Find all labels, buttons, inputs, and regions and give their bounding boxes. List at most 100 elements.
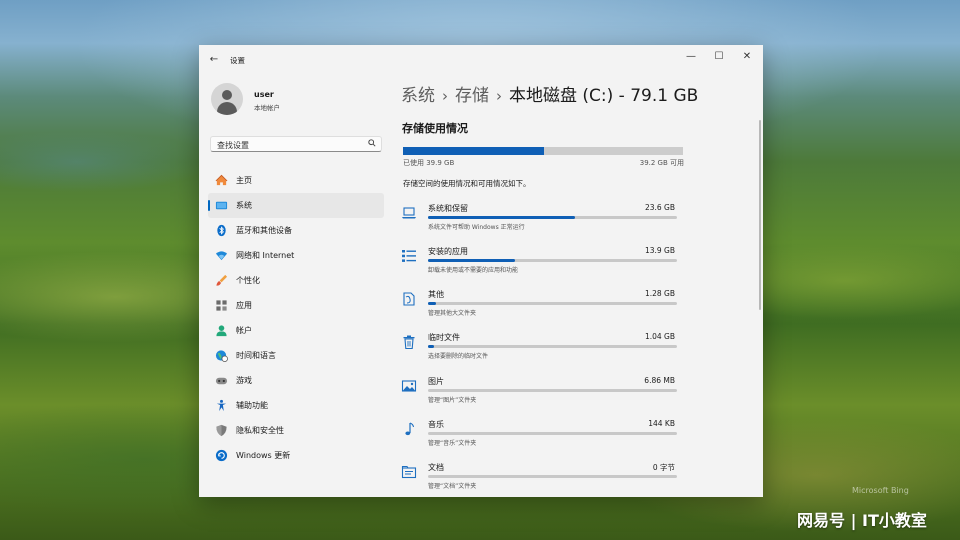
sidebar-item-accessibility[interactable]: 辅助功能 <box>208 393 384 418</box>
storage-usage-fill <box>403 147 545 155</box>
sidebar-item-personalization[interactable]: 个性化 <box>208 268 384 293</box>
accessibility-icon <box>216 399 227 412</box>
category-size: 6.86 MB <box>644 376 675 385</box>
profile-name: user <box>254 90 274 99</box>
category-name: 安装的应用 <box>428 247 468 256</box>
sidebar-item-accounts[interactable]: 帐户 <box>208 318 384 343</box>
profile-account-type: 本地帐户 <box>254 104 280 112</box>
gamepad-icon <box>215 377 228 385</box>
minimize-button[interactable]: — <box>677 49 705 65</box>
sidebar-item-gaming[interactable]: 游戏 <box>208 368 384 393</box>
breadcrumb: 系统 › 存储 › 本地磁盘 (C:) - 79.1 GB <box>401 81 698 106</box>
category-description: 管理“音乐”文件夹 <box>428 440 477 447</box>
document-icon <box>401 465 417 479</box>
sidebar-item-label: 帐户 <box>236 326 252 335</box>
sidebar-item-bluetooth[interactable]: 蓝牙和其他设备 <box>208 218 384 243</box>
free-space-text: 39.2 GB 可用 <box>639 159 684 167</box>
category-bar-fill <box>428 345 435 348</box>
close-button[interactable]: ✕ <box>733 49 761 65</box>
sidebar-item-privacy[interactable]: 隐私和安全性 <box>208 418 384 443</box>
category-description: 选择要删除的临时文件 <box>428 353 489 360</box>
category-name: 其他 <box>428 290 444 299</box>
category-music[interactable]: 音乐 144 KB 管理“音乐”文件夹 <box>401 418 681 458</box>
breadcrumb-storage[interactable]: 存储 <box>455 86 489 106</box>
account-icon <box>216 325 227 337</box>
category-bar <box>428 345 677 348</box>
category-other[interactable]: 其他 1.28 GB 管理其他大文件夹 <box>401 288 681 328</box>
system-icon <box>215 201 228 210</box>
laptop-icon <box>402 207 416 219</box>
search-placeholder: 查找设置 <box>217 141 249 150</box>
globe-clock-icon <box>215 350 228 362</box>
sidebar-item-time-language[interactable]: 时间和语言 <box>208 343 384 368</box>
category-size: 13.9 GB <box>644 246 675 255</box>
category-system-reserved[interactable]: 系统和保留 23.6 GB 系统文件可帮助 Windows 正常运行 <box>401 202 681 242</box>
apps-icon <box>216 300 227 311</box>
category-size: 0 字节 <box>652 463 675 472</box>
sidebar-item-label: 系统 <box>236 201 252 210</box>
category-bar-fill <box>428 302 436 305</box>
category-bar <box>428 389 677 392</box>
category-installed-apps[interactable]: 安装的应用 13.9 GB 卸载未使用或不需要的应用和功能 <box>401 245 681 285</box>
sidebar-item-home[interactable]: 主页 <box>208 168 384 193</box>
used-space-text: 已使用 39.9 GB <box>403 159 455 167</box>
home-icon <box>215 174 228 186</box>
category-name: 文档 <box>428 463 444 472</box>
sidebar-item-label: Windows 更新 <box>236 451 291 460</box>
sidebar-item-windows-update[interactable]: Windows 更新 <box>208 443 384 468</box>
other-file-icon <box>403 292 415 306</box>
category-description: 管理“文档”文件夹 <box>428 483 477 490</box>
category-size: 144 KB <box>648 419 675 428</box>
source-watermark: 网易号 | IT小教室 <box>797 511 927 530</box>
sidebar-item-network[interactable]: 网络和 Internet <box>208 243 384 268</box>
brush-icon <box>216 274 228 286</box>
trash-icon <box>403 335 415 350</box>
title-bar: ← 设置 — ☐ ✕ <box>199 45 763 75</box>
category-description: 管理“图片”文件夹 <box>428 397 477 404</box>
breadcrumb-system[interactable]: 系统 <box>401 86 435 106</box>
bluetooth-icon <box>217 224 226 237</box>
sidebar-item-label: 个性化 <box>236 276 260 285</box>
category-name: 临时文件 <box>428 333 460 342</box>
wifi-icon <box>215 251 228 261</box>
sidebar-item-system[interactable]: 系统 <box>208 193 384 218</box>
category-temp-files[interactable]: 临时文件 1.04 GB 选择要删除的临时文件 <box>401 331 681 371</box>
sidebar-nav: 主页 系统 蓝牙和其他设备 网络和 Internet 个性化 应用 帐户 时间和… <box>208 168 384 468</box>
category-name: 系统和保留 <box>428 204 468 213</box>
sidebar-item-apps[interactable]: 应用 <box>208 293 384 318</box>
category-name: 音乐 <box>428 420 444 429</box>
scrollbar[interactable] <box>759 120 761 310</box>
window-title: 设置 <box>230 56 245 65</box>
sidebar-item-label: 网络和 Internet <box>236 251 295 260</box>
sidebar-item-label: 时间和语言 <box>236 351 276 360</box>
category-description: 卸载未使用或不需要的应用和功能 <box>428 267 519 274</box>
sidebar-item-label: 游戏 <box>236 376 252 385</box>
page-title: 本地磁盘 (C:) - 79.1 GB <box>509 86 699 106</box>
storage-description: 存储空间的使用情况和可用情况如下。 <box>403 179 531 188</box>
search-input[interactable]: 查找设置 <box>210 136 382 152</box>
search-icon <box>368 139 376 147</box>
active-indicator <box>208 200 210 211</box>
category-name: 图片 <box>428 377 444 386</box>
category-bar <box>428 302 677 305</box>
category-documents[interactable]: 文档 0 字节 管理“文档”文件夹 <box>401 461 681 501</box>
list-icon <box>402 250 416 262</box>
picture-icon <box>401 380 417 392</box>
breadcrumb-separator: › <box>496 87 502 105</box>
maximize-button[interactable]: ☐ <box>705 49 733 65</box>
category-bar-fill <box>428 259 516 262</box>
avatar[interactable] <box>211 83 243 115</box>
category-size: 1.04 GB <box>644 332 675 341</box>
category-bar <box>428 216 677 219</box>
back-button[interactable]: ← <box>207 53 221 67</box>
sidebar-item-label: 辅助功能 <box>236 401 268 410</box>
category-pictures[interactable]: 图片 6.86 MB 管理“图片”文件夹 <box>401 375 681 415</box>
category-description: 管理其他大文件夹 <box>428 310 477 317</box>
update-icon <box>215 449 228 462</box>
category-bar <box>428 259 677 262</box>
storage-usage-bar <box>403 147 683 155</box>
sidebar-item-label: 隐私和安全性 <box>236 426 284 435</box>
breadcrumb-separator: › <box>442 87 448 105</box>
shield-icon <box>216 424 227 437</box>
category-bar-fill <box>428 216 575 219</box>
